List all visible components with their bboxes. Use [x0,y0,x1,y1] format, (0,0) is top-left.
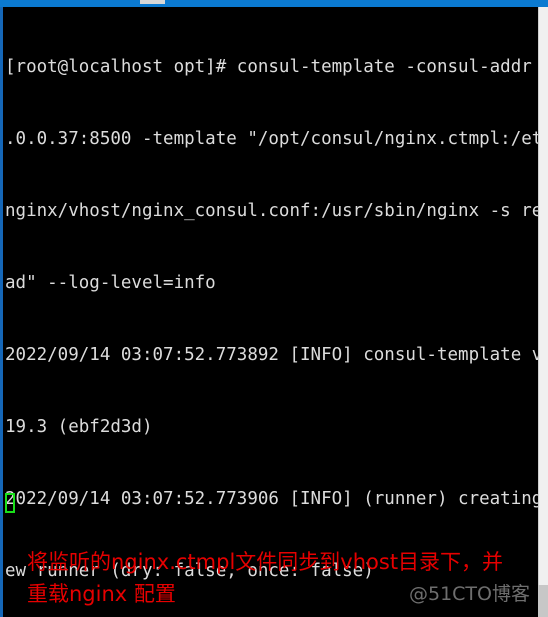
terminal-line: ad" --log-level=info [5,273,216,293]
terminal-cursor [5,493,15,513]
watermark: @51CTO博客 [408,583,530,605]
terminal-output[interactable]: [root@localhost opt]# consul-template -c… [5,7,548,617]
title-bar-tab-segment [140,0,165,4]
annotation-line-1: 将监听的nginx.ctmpl文件同步到vhost目录下，并 [27,550,504,574]
terminal-line: .0.0.37:8500 -template "/opt/consul/ngin… [5,129,548,149]
vertical-scrollbar[interactable] [538,7,548,617]
terminal-line: 2022/09/14 03:07:52.773892 [INFO] consul… [5,345,548,365]
terminal-line: 19.3 (ebf2d3d) [5,417,153,437]
scrollbar-thumb[interactable] [538,585,548,617]
terminal-window: [root@localhost opt]# consul-template -c… [0,0,548,617]
terminal-line: 2022/09/14 03:07:52.773906 [INFO] (runne… [5,489,548,509]
window-left-border [0,7,3,617]
terminal-line: nginx/vhost/nginx_consul.conf:/usr/sbin/… [5,201,548,221]
terminal-line: [root@localhost opt]# consul-template -c… [5,57,548,77]
